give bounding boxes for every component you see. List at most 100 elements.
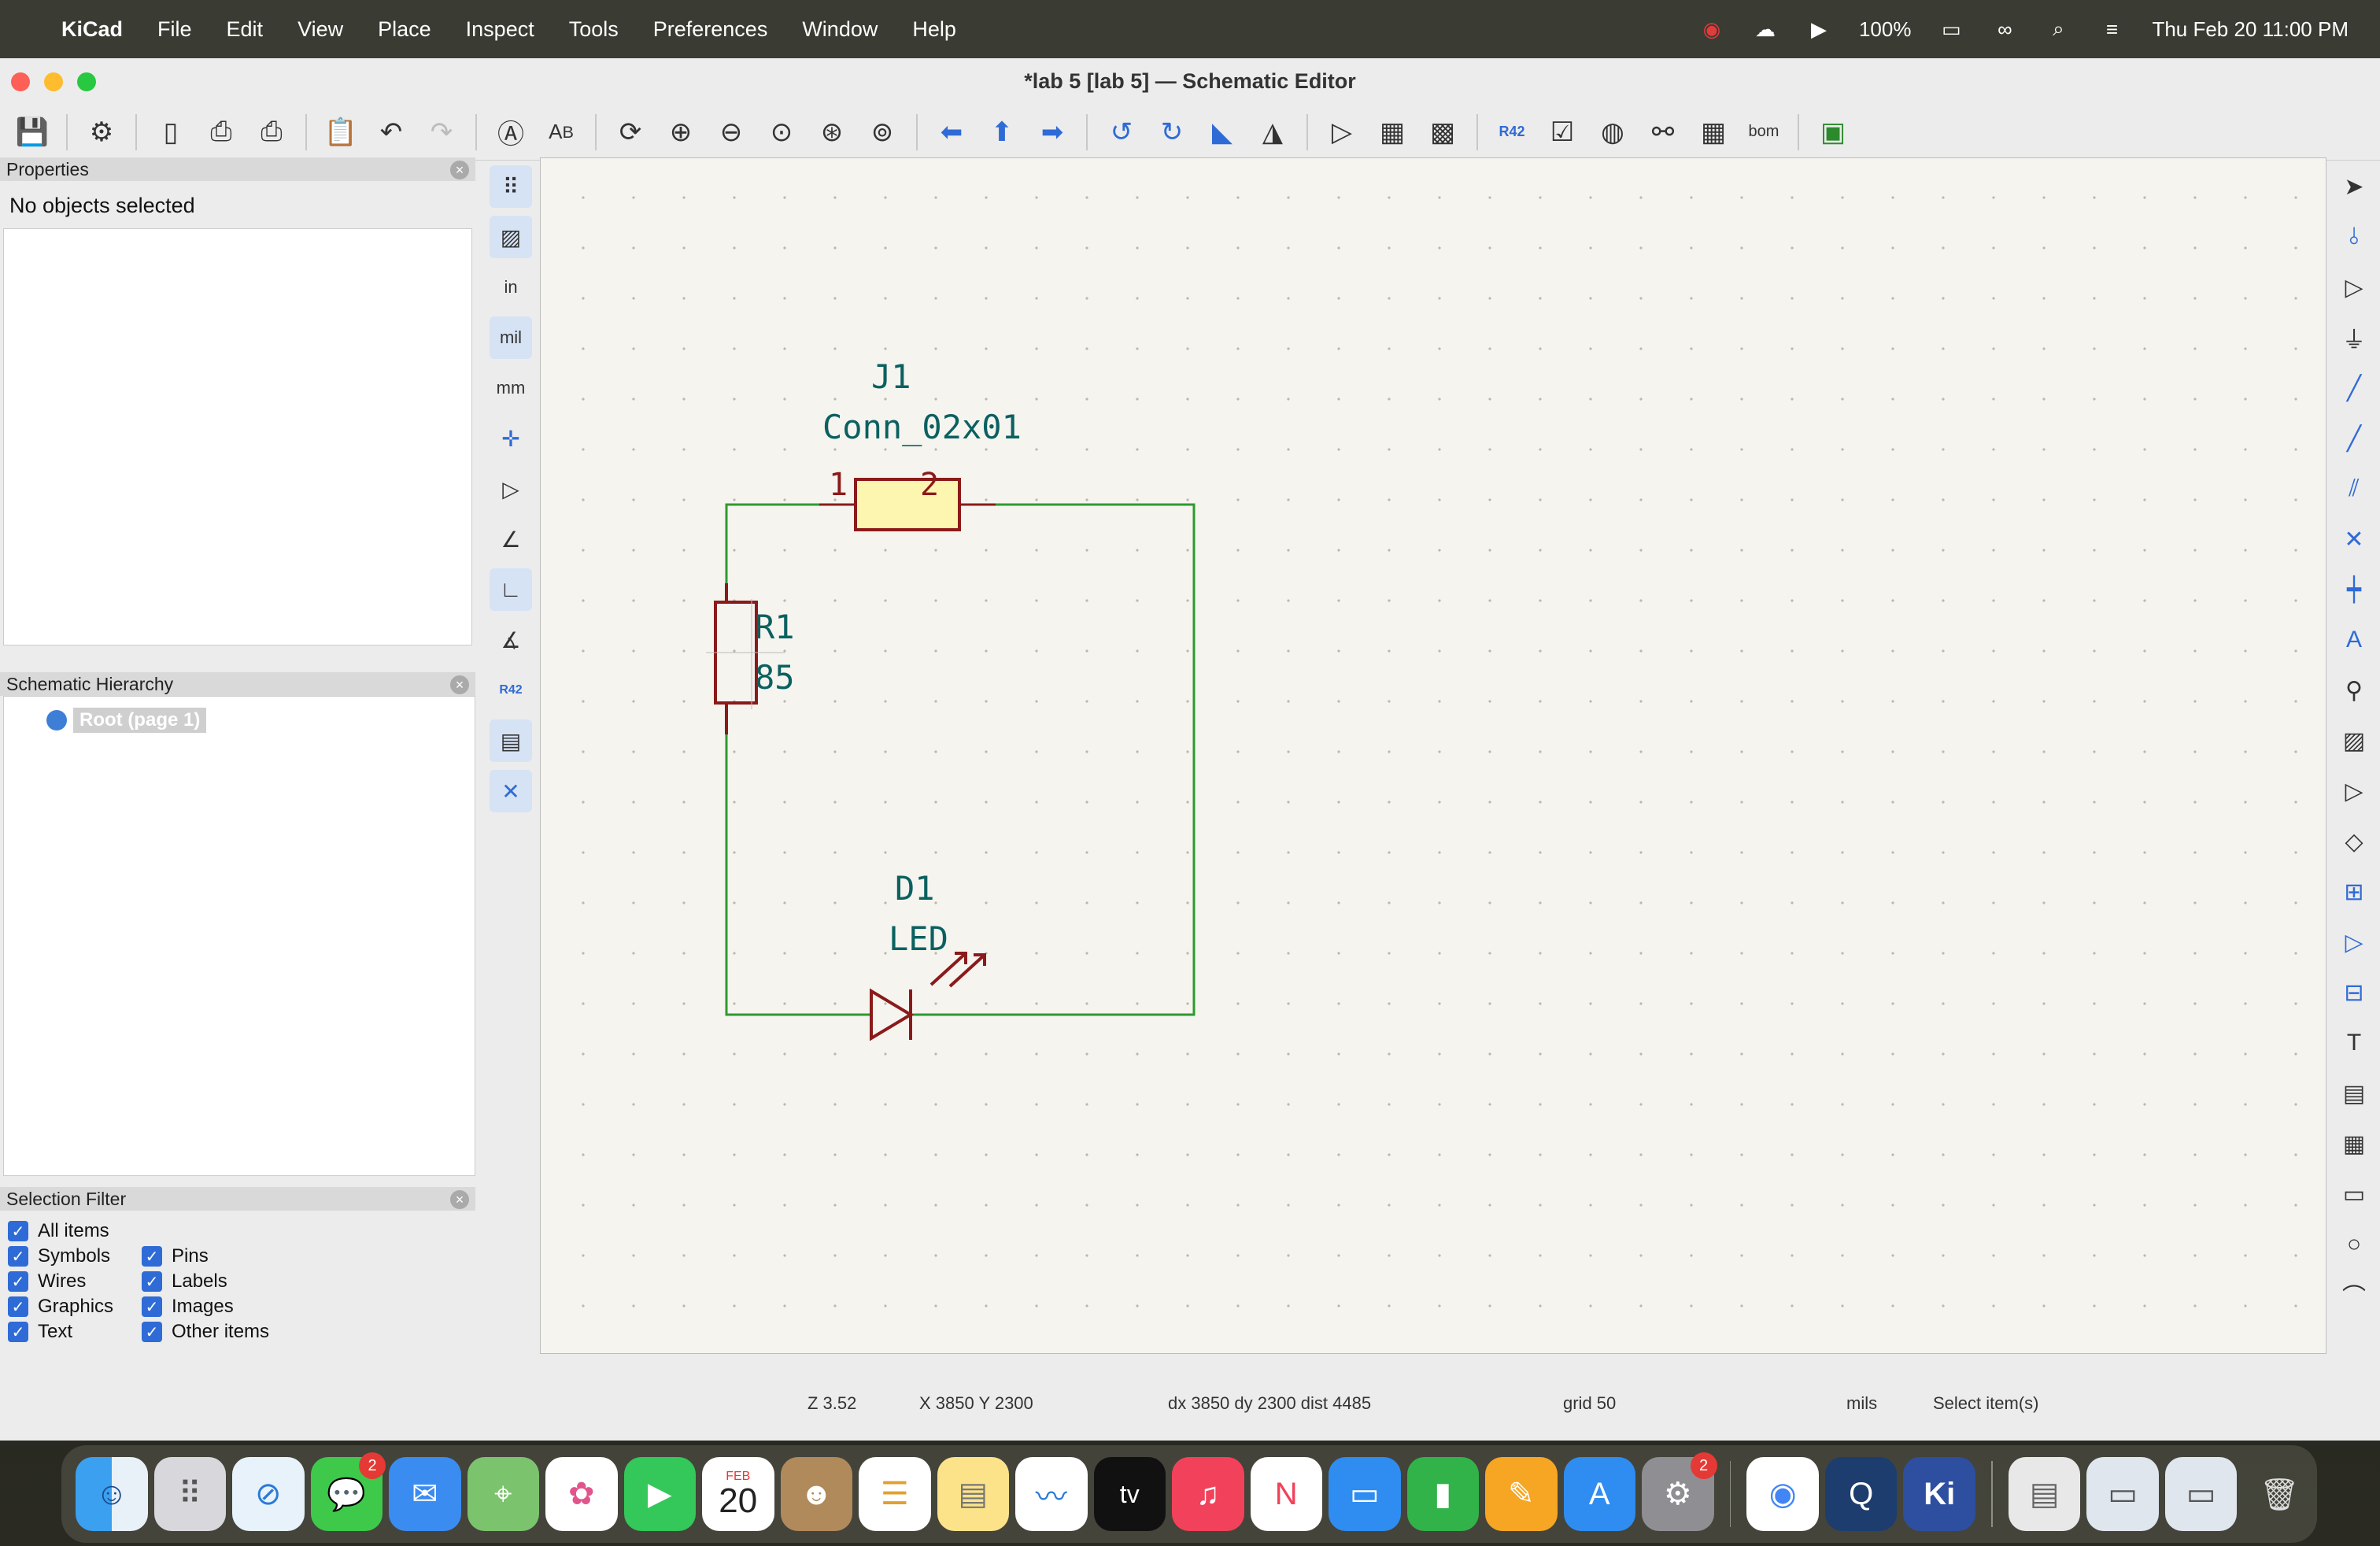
add-rectangle-icon[interactable]: ▭ xyxy=(2333,1173,2375,1215)
add-global-label-icon[interactable]: ▷ xyxy=(2333,770,2375,812)
units-inches-button[interactable]: in xyxy=(490,266,532,309)
kicad-icon[interactable]: Ki xyxy=(1903,1457,1975,1531)
filter-pins[interactable]: ✓ Pins xyxy=(142,1245,209,1267)
menu-place[interactable]: Place xyxy=(378,17,431,42)
checkbox-checked-icon[interactable]: ✓ xyxy=(8,1246,28,1267)
undo-icon[interactable]: ↶ xyxy=(370,111,412,153)
checkbox-checked-icon[interactable]: ✓ xyxy=(142,1271,162,1292)
r1-value[interactable]: 85 xyxy=(755,658,795,697)
add-table-icon[interactable]: ▦ xyxy=(2333,1123,2375,1165)
contacts-icon[interactable]: ☻ xyxy=(780,1457,852,1531)
page-settings-icon[interactable]: ▯ xyxy=(150,111,192,153)
refresh-icon[interactable]: ⟳ xyxy=(609,111,652,153)
wire-top-right[interactable] xyxy=(911,503,1196,1016)
schematic-canvas[interactable]: J1 Conn_02x01 1 2 R1 85 D1 LED xyxy=(540,157,2326,1354)
filter-text[interactable]: ✓ Text xyxy=(8,1321,72,1343)
app-store-icon[interactable]: A xyxy=(1563,1457,1635,1531)
line-mode-45-icon[interactable]: ∡ xyxy=(490,619,532,661)
calendar-icon[interactable]: FEB 20 xyxy=(702,1457,774,1531)
checkbox-checked-icon[interactable]: ✓ xyxy=(8,1322,28,1342)
j1-value[interactable]: Conn_02x01 xyxy=(822,408,1022,446)
creative-cloud-icon[interactable]: ☁ xyxy=(1752,17,1779,41)
cursor-style-icon[interactable]: ✛ xyxy=(490,417,532,460)
menu-file[interactable]: File xyxy=(157,17,192,42)
open-pcb-editor-icon[interactable]: ▣ xyxy=(1812,111,1854,153)
close-icon[interactable]: × xyxy=(450,1190,469,1209)
battery-icon[interactable]: ▭ xyxy=(1938,17,1964,41)
trash-icon[interactable]: 🗑 xyxy=(2243,1457,2315,1531)
r1-reference[interactable]: R1 xyxy=(755,608,795,646)
paste-icon[interactable]: 📋 xyxy=(320,111,362,153)
search-icon[interactable]: ⌕ xyxy=(2045,17,2071,40)
symbol-fields-table-icon[interactable]: ▦ xyxy=(1692,111,1735,153)
grid-overrides-icon[interactable]: ▨ xyxy=(490,216,532,258)
add-bus-entry-icon[interactable]: ⫽ xyxy=(2333,468,2375,510)
zoom-in-icon[interactable]: ⊕ xyxy=(660,111,702,153)
filter-other-items[interactable]: ✓ Other items xyxy=(142,1321,269,1343)
add-textbox-icon[interactable]: ▤ xyxy=(2333,1072,2375,1115)
music-icon[interactable]: ♫ xyxy=(1172,1457,1244,1531)
plot-icon[interactable]: ⎙ xyxy=(250,111,293,153)
photos-icon[interactable]: ✿ xyxy=(545,1457,618,1531)
save-icon[interactable]: 💾 xyxy=(11,111,54,153)
grid-icon[interactable]: ⠿ xyxy=(490,165,532,208)
chrome-icon[interactable]: ◉ xyxy=(1746,1457,1819,1531)
add-sheet-pin-icon[interactable]: ⊟ xyxy=(2333,971,2375,1014)
pages-icon[interactable]: ✎ xyxy=(1485,1457,1558,1531)
keynote-icon[interactable]: ▭ xyxy=(1329,1457,1401,1531)
checkbox-checked-icon[interactable]: ✓ xyxy=(8,1296,28,1317)
annotation-icon[interactable]: R42 xyxy=(490,669,532,712)
notes-icon[interactable]: ▤ xyxy=(937,1457,1009,1531)
zoom-out-icon[interactable]: ⊖ xyxy=(710,111,752,153)
news-icon[interactable]: N xyxy=(1250,1457,1322,1531)
assign-footprints-icon[interactable]: ⚯ xyxy=(1642,111,1684,153)
freeform-icon[interactable]: 〰 xyxy=(1015,1457,1088,1531)
simulator-icon[interactable]: ◍ xyxy=(1591,111,1634,153)
redo-icon[interactable]: ↷ xyxy=(420,111,463,153)
menu-inspect[interactable]: Inspect xyxy=(466,17,534,42)
print-icon[interactable]: ⎙ xyxy=(200,111,242,153)
reminders-icon[interactable]: ☰ xyxy=(859,1457,931,1531)
import-sheet-pin-icon[interactable]: ▷ xyxy=(2333,921,2375,963)
rotate-ccw-icon[interactable]: ↺ xyxy=(1100,111,1143,153)
recent-document-icon[interactable]: ▤ xyxy=(2008,1457,2081,1531)
annotate-icon[interactable]: R42 xyxy=(1491,111,1533,153)
line-mode-free-icon[interactable]: ∠ xyxy=(490,518,532,560)
hierarchy-root-node[interactable]: Root (page 1) xyxy=(46,708,207,733)
close-icon[interactable]: × xyxy=(450,675,469,694)
close-window-button[interactable] xyxy=(11,72,30,91)
add-arc-icon[interactable]: ⌒ xyxy=(2333,1274,2375,1316)
wire-bottom-left[interactable] xyxy=(725,734,871,1016)
add-sheet-icon[interactable]: ⊞ xyxy=(2333,871,2375,913)
find-icon[interactable]: Ⓐ xyxy=(490,111,532,153)
filter-graphics[interactable]: ✓ Graphics xyxy=(8,1296,113,1318)
d1-reference[interactable]: D1 xyxy=(895,869,935,908)
menu-window[interactable]: Window xyxy=(802,17,878,42)
record-icon[interactable]: ◉ xyxy=(1698,17,1725,41)
symbol-browser-icon[interactable]: ▦ xyxy=(1371,111,1414,153)
checkbox-checked-icon[interactable]: ✓ xyxy=(142,1246,162,1267)
safari-icon[interactable]: ⊘ xyxy=(232,1457,305,1531)
checkbox-checked-icon[interactable]: ✓ xyxy=(8,1221,28,1241)
checkbox-checked-icon[interactable]: ✓ xyxy=(8,1271,28,1292)
add-rule-area-icon[interactable]: ▨ xyxy=(2333,719,2375,762)
numbers-icon[interactable]: ▮ xyxy=(1406,1457,1479,1531)
app-menu[interactable]: KiCad xyxy=(61,17,123,42)
facetime-icon[interactable]: ▶ xyxy=(623,1457,696,1531)
menu-view[interactable]: View xyxy=(298,17,343,42)
zoom-fit-icon[interactable]: ⊙ xyxy=(760,111,803,153)
show-hidden-pins-icon[interactable]: ▷ xyxy=(490,468,532,510)
j1-reference[interactable]: J1 xyxy=(871,357,911,396)
link-icon[interactable]: ∞ xyxy=(1991,17,2018,41)
checkbox-checked-icon[interactable]: ✓ xyxy=(142,1296,162,1317)
recent-window-icon[interactable]: ▭ xyxy=(2164,1457,2238,1531)
play-icon[interactable]: ▶ xyxy=(1805,17,1832,41)
add-power-icon[interactable]: ⏚ xyxy=(2333,316,2375,359)
filter-symbols[interactable]: ✓ Symbols xyxy=(8,1245,110,1267)
bom-icon[interactable]: bom xyxy=(1743,111,1785,153)
navigate-back-icon[interactable]: ⬅ xyxy=(930,111,973,153)
mirror-vertical-icon[interactable]: ◣ xyxy=(1201,111,1244,153)
maps-icon[interactable]: ⌖ xyxy=(467,1457,539,1531)
no-connect-icon[interactable]: ✕ xyxy=(2333,518,2375,560)
hierarchy-navigator-icon[interactable]: ▤ xyxy=(490,719,532,762)
